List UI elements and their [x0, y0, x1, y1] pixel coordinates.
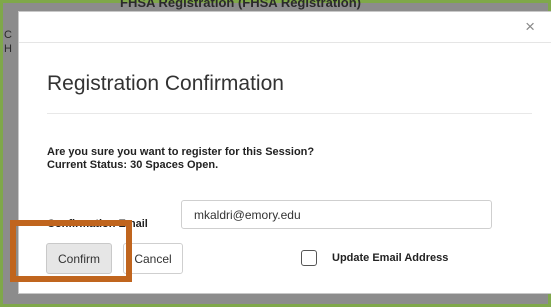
question-text: Are you sure you want to register for th… [47, 146, 315, 158]
modal-title: Registration Confirmation [47, 72, 284, 95]
confirmation-email-label: Confirmation Email [47, 218, 148, 230]
registration-confirmation-modal: × Registration Confirmation Are you sure… [18, 11, 551, 294]
update-email-label[interactable]: Update Email Address [332, 252, 448, 264]
background-left-text: CH [4, 29, 12, 55]
current-status-text: Current Status: 30 Spaces Open. [47, 159, 219, 171]
confirm-button[interactable]: Confirm [46, 243, 112, 274]
modal-header-bar: × [19, 12, 551, 43]
close-icon[interactable]: × [525, 17, 535, 37]
title-divider [47, 113, 532, 114]
confirmation-question: Are you sure you want to register for th… [47, 146, 314, 172]
cancel-button[interactable]: Cancel [123, 243, 183, 274]
update-email-checkbox[interactable] [301, 250, 317, 266]
confirmation-email-input[interactable] [181, 200, 492, 229]
background-page-title: FHSA Registration (FHSA Registration) [120, 0, 361, 10]
